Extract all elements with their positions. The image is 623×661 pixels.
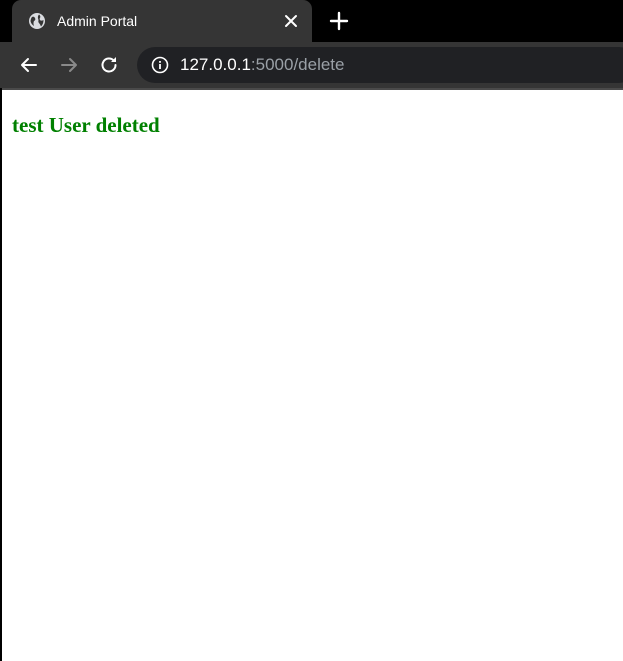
page-viewport: test User deleted	[2, 88, 623, 661]
browser-toolbar: 127.0.0.1:5000/delete	[0, 42, 623, 88]
tab-admin-portal[interactable]: Admin Portal	[12, 0, 312, 42]
deletion-message: test User deleted	[12, 113, 160, 137]
plus-icon[interactable]	[328, 10, 350, 32]
url-path: :5000/delete	[250, 55, 345, 74]
url-text[interactable]: 127.0.0.1:5000/delete	[180, 55, 345, 75]
tab-title: Admin Portal	[57, 13, 138, 29]
tab-strip: Admin Portal	[0, 0, 623, 42]
info-icon[interactable]	[151, 56, 169, 74]
globe-icon	[28, 12, 46, 30]
address-bar[interactable]: 127.0.0.1:5000/delete	[137, 47, 623, 83]
reload-icon[interactable]	[97, 53, 121, 77]
arrow-left-icon[interactable]	[17, 53, 41, 77]
url-host: 127.0.0.1	[180, 55, 251, 74]
close-icon[interactable]	[282, 12, 300, 30]
arrow-right-icon[interactable]	[57, 53, 81, 77]
